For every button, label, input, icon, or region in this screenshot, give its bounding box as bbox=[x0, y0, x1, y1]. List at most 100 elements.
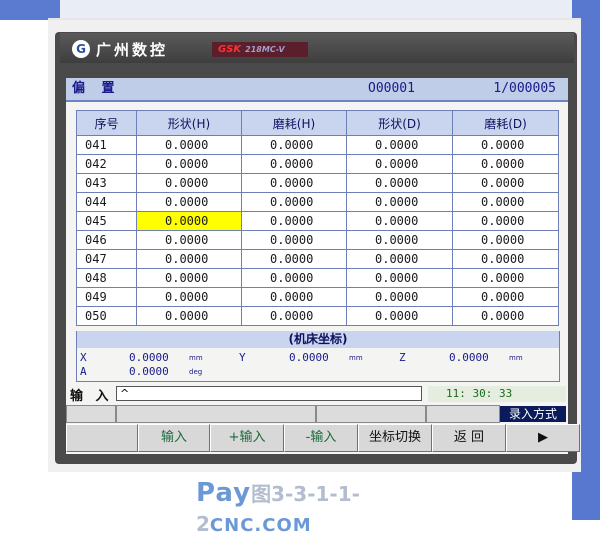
table-row[interactable]: 047 0.0000 0.0000 0.0000 0.0000 bbox=[76, 249, 559, 269]
cell-wear-h[interactable]: 0.0000 bbox=[241, 211, 347, 231]
cell-wear-h[interactable]: 0.0000 bbox=[241, 230, 347, 250]
page-indicator: 1/000005 bbox=[493, 81, 556, 96]
operation-mode-label: 录入方式 bbox=[500, 406, 566, 422]
cell-shape-h-selected[interactable]: 0.0000 bbox=[136, 211, 242, 231]
cell-wear-h[interactable]: 0.0000 bbox=[241, 135, 347, 155]
badge-brand: GSK bbox=[218, 44, 242, 55]
cell-shape-d[interactable]: 0.0000 bbox=[346, 268, 453, 288]
cell-shape-d[interactable]: 0.0000 bbox=[346, 249, 453, 269]
machine-coordinates-title: (机床坐标) bbox=[77, 331, 559, 348]
cell-shape-d[interactable]: 0.0000 bbox=[346, 135, 453, 155]
table-row[interactable]: 043 0.0000 0.0000 0.0000 0.0000 bbox=[76, 173, 559, 193]
y-axis-label: Y bbox=[239, 351, 246, 364]
watermark-brand-right: CNC.COM bbox=[209, 515, 312, 536]
softkey-minus-input[interactable]: -输入 bbox=[284, 424, 358, 452]
cell-shape-h[interactable]: 0.0000 bbox=[136, 268, 242, 288]
softkey-return[interactable]: 返 回 bbox=[432, 424, 506, 452]
cell-wear-h[interactable]: 0.0000 bbox=[241, 268, 347, 288]
cell-wear-d[interactable]: 0.0000 bbox=[452, 211, 559, 231]
watermark: Pay图3-3-1-1-2CNC.COM bbox=[196, 478, 406, 536]
cell-shape-d[interactable]: 0.0000 bbox=[346, 230, 453, 250]
table-row[interactable]: 041 0.0000 0.0000 0.0000 0.0000 bbox=[76, 135, 559, 155]
cell-wear-h[interactable]: 0.0000 bbox=[241, 154, 347, 174]
cell-wear-d[interactable]: 0.0000 bbox=[452, 173, 559, 193]
cell-shape-h[interactable]: 0.0000 bbox=[136, 135, 242, 155]
row-index: 043 bbox=[76, 173, 137, 193]
status-cell bbox=[316, 405, 426, 423]
y-axis-value: 0.0000 bbox=[289, 351, 329, 364]
screen-title-bar: 偏 置 O00001 1/000005 bbox=[66, 78, 568, 102]
header-shape-d: 形状(D) bbox=[346, 110, 453, 136]
table-row[interactable]: 046 0.0000 0.0000 0.0000 0.0000 bbox=[76, 230, 559, 250]
softkey-input[interactable]: 输入 bbox=[138, 424, 210, 452]
status-cell bbox=[426, 405, 500, 423]
y-axis-unit: mm bbox=[349, 354, 363, 362]
cell-shape-d[interactable]: 0.0000 bbox=[346, 306, 453, 326]
cell-wear-d[interactable]: 0.0000 bbox=[452, 135, 559, 155]
cell-wear-d[interactable]: 0.0000 bbox=[452, 154, 559, 174]
input-row: 输 入 ^ 11: 30: 33 bbox=[66, 385, 568, 404]
status-cell bbox=[66, 405, 116, 423]
softkey-coordinate-switch[interactable]: 坐标切换 bbox=[358, 424, 432, 452]
cell-wear-h[interactable]: 0.0000 bbox=[241, 173, 347, 193]
cell-shape-h[interactable]: 0.0000 bbox=[136, 154, 242, 174]
cell-wear-d[interactable]: 0.0000 bbox=[452, 268, 559, 288]
offset-table: 序号 形状(H) 磨耗(H) 形状(D) 磨耗(D) 041 0.0000 0.… bbox=[76, 110, 559, 326]
table-row[interactable]: 042 0.0000 0.0000 0.0000 0.0000 bbox=[76, 154, 559, 174]
gsk-logo-icon: G bbox=[72, 40, 90, 58]
cell-wear-h[interactable]: 0.0000 bbox=[241, 287, 347, 307]
page-title: 偏 置 bbox=[72, 81, 121, 96]
cell-shape-h[interactable]: 0.0000 bbox=[136, 306, 242, 326]
cell-shape-h[interactable]: 0.0000 bbox=[136, 249, 242, 269]
table-row[interactable]: 044 0.0000 0.0000 0.0000 0.0000 bbox=[76, 192, 559, 212]
softkey-blank[interactable] bbox=[66, 424, 138, 452]
a-axis-label: A bbox=[80, 365, 87, 378]
cell-shape-h[interactable]: 0.0000 bbox=[136, 173, 242, 193]
cell-shape-d[interactable]: 0.0000 bbox=[346, 192, 453, 212]
cell-shape-d[interactable]: 0.0000 bbox=[346, 287, 453, 307]
table-header-row: 序号 形状(H) 磨耗(H) 形状(D) 磨耗(D) bbox=[76, 110, 559, 136]
input-label: 输 入 bbox=[70, 389, 113, 404]
softkey-next-arrow-icon[interactable]: ▶ bbox=[506, 424, 580, 452]
row-index: 047 bbox=[76, 249, 137, 269]
x-axis-unit: mm bbox=[189, 354, 203, 362]
row-index: 042 bbox=[76, 154, 137, 174]
z-axis-unit: mm bbox=[509, 354, 523, 362]
machine-coordinates-panel: (机床坐标) X 0.0000 mm Y 0.0000 mm Z 0.0000 … bbox=[76, 331, 560, 382]
cell-shape-d[interactable]: 0.0000 bbox=[346, 211, 453, 231]
brand-name: 广州数控 bbox=[96, 41, 169, 59]
cell-wear-h[interactable]: 0.0000 bbox=[241, 306, 347, 326]
cell-wear-h[interactable]: 0.0000 bbox=[241, 192, 347, 212]
badge-model: 218MC-V bbox=[245, 45, 285, 54]
z-axis-value: 0.0000 bbox=[449, 351, 489, 364]
status-row: 录入方式 bbox=[66, 405, 568, 423]
header-index: 序号 bbox=[76, 110, 137, 136]
input-field[interactable]: ^ bbox=[116, 386, 422, 401]
program-number: O00001 bbox=[368, 81, 415, 96]
cell-shape-d[interactable]: 0.0000 bbox=[346, 173, 453, 193]
header-wear-h: 磨耗(H) bbox=[241, 110, 347, 136]
cell-wear-d[interactable]: 0.0000 bbox=[452, 249, 559, 269]
top-band bbox=[0, 0, 600, 20]
cell-wear-d[interactable]: 0.0000 bbox=[452, 230, 559, 250]
softkey-bar: 输入 +输入 -输入 坐标切换 返 回 ▶ bbox=[66, 424, 580, 452]
cell-wear-h[interactable]: 0.0000 bbox=[241, 249, 347, 269]
table-row[interactable]: 049 0.0000 0.0000 0.0000 0.0000 bbox=[76, 287, 559, 307]
cell-wear-d[interactable]: 0.0000 bbox=[452, 306, 559, 326]
cell-wear-d[interactable]: 0.0000 bbox=[452, 192, 559, 212]
top-band-accent bbox=[0, 0, 60, 20]
softkey-plus-input[interactable]: +输入 bbox=[210, 424, 284, 452]
cell-shape-h[interactable]: 0.0000 bbox=[136, 230, 242, 250]
clock-display: 11: 30: 33 bbox=[428, 386, 566, 402]
cell-wear-d[interactable]: 0.0000 bbox=[452, 287, 559, 307]
table-row[interactable]: 048 0.0000 0.0000 0.0000 0.0000 bbox=[76, 268, 559, 288]
row-index: 048 bbox=[76, 268, 137, 288]
a-axis-value: 0.0000 bbox=[129, 365, 169, 378]
cell-shape-h[interactable]: 0.0000 bbox=[136, 287, 242, 307]
row-index: 045 bbox=[76, 211, 137, 231]
table-row-selected[interactable]: 045 0.0000 0.0000 0.0000 0.0000 bbox=[76, 211, 559, 231]
header-wear-d: 磨耗(D) bbox=[452, 110, 559, 136]
cell-shape-h[interactable]: 0.0000 bbox=[136, 192, 242, 212]
cell-shape-d[interactable]: 0.0000 bbox=[346, 154, 453, 174]
table-row[interactable]: 050 0.0000 0.0000 0.0000 0.0000 bbox=[76, 306, 559, 326]
